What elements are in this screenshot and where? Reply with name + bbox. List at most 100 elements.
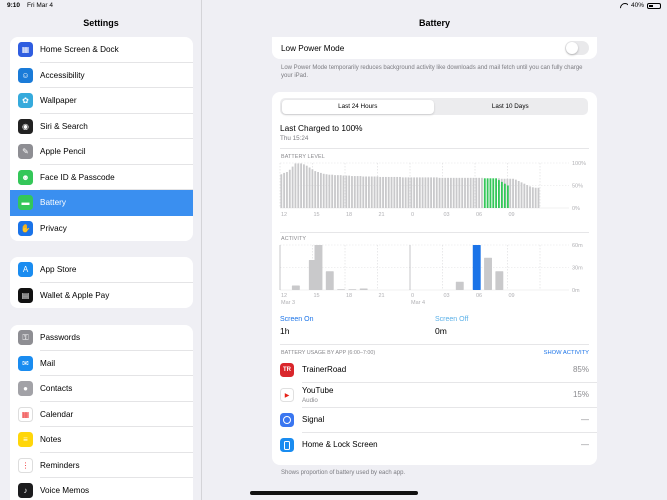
sidebar-item-face-id-passcode[interactable]: ☻ Face ID & Passcode bbox=[10, 165, 193, 190]
y-tick-label: 100% bbox=[572, 161, 586, 167]
contacts-icon: ● bbox=[18, 381, 33, 397]
battery-bar bbox=[444, 177, 447, 208]
battery-bar bbox=[319, 172, 322, 208]
battery-bar bbox=[311, 169, 314, 208]
status-right: 40% bbox=[620, 2, 661, 9]
battery-bar bbox=[303, 164, 305, 208]
siri-icon: ◉ bbox=[18, 118, 33, 134]
battery-bar-highlight bbox=[498, 180, 500, 208]
sidebar-item-apple-pencil[interactable]: ✎ Apple Pencil bbox=[10, 139, 193, 165]
battery-bar bbox=[407, 177, 410, 208]
activity-bar-highlight bbox=[472, 245, 481, 290]
activity-bar bbox=[291, 285, 300, 290]
battery-bar bbox=[353, 176, 356, 208]
sidebar-item-app-store[interactable]: A App Store bbox=[10, 257, 193, 283]
home-indicator[interactable] bbox=[250, 491, 418, 495]
sidebar-item-notes[interactable]: ≡ Notes bbox=[10, 427, 193, 453]
screen-off-label: Screen Off bbox=[435, 316, 469, 323]
sidebar-item-siri-search[interactable]: ◉ Siri & Search bbox=[10, 114, 193, 139]
battery-bar bbox=[509, 178, 512, 208]
settings-group-3: ⚿ Passwords ✉ Mail ● Contacts ▦ Calendar ≡ Notes ⋮… bbox=[10, 325, 193, 500]
sidebar-item-label: Siri & Search bbox=[40, 121, 88, 131]
sidebar-item-wallpaper[interactable]: ✿ Wallpaper bbox=[10, 88, 193, 114]
hand-icon: ✋ bbox=[18, 220, 33, 236]
battery-bar bbox=[410, 177, 413, 208]
x-tick-label: 15 bbox=[314, 293, 320, 299]
battery-bar bbox=[520, 182, 523, 208]
x-tick-label: 03 bbox=[444, 212, 450, 218]
x-tick-label: 09 bbox=[509, 212, 515, 218]
screen-on-value: 1h bbox=[280, 326, 290, 336]
sidebar-item-label: App Store bbox=[40, 265, 77, 275]
battery-bar bbox=[526, 185, 529, 208]
battery-bar bbox=[531, 187, 534, 208]
battery-bar bbox=[399, 176, 401, 208]
sidebar-item-voice-memos[interactable]: ♪ Voice Memos bbox=[10, 478, 193, 500]
app-name: TrainerRoad bbox=[302, 365, 347, 374]
sidebar: Settings ▦ Home Screen & Dock ☺ Accessibili… bbox=[0, 0, 202, 500]
x-tick-label: 06 bbox=[476, 212, 482, 218]
y-tick-label: 50% bbox=[572, 184, 583, 190]
sidebar-item-home-screen-dock[interactable]: ▦ Home Screen & Dock bbox=[10, 37, 193, 63]
app-store-icon: A bbox=[18, 262, 33, 278]
x-tick-label: 12 bbox=[281, 212, 287, 218]
battery-percent: 40% bbox=[630, 2, 644, 9]
battery-bar bbox=[523, 183, 526, 208]
battery-bar bbox=[387, 176, 390, 208]
status-bar: 9:10 Fri Mar 4 40% bbox=[0, 0, 667, 12]
sidebar-item-mail[interactable]: ✉ Mail bbox=[10, 351, 193, 376]
battery-bar bbox=[534, 187, 537, 208]
x-tick-label: 21 bbox=[379, 212, 385, 218]
usage-footnote: Shows proportion of battery used by each… bbox=[281, 470, 406, 476]
sidebar-item-label: Apple Pencil bbox=[40, 147, 86, 157]
sidebar-item-wallet-apple-pay[interactable]: ▤ Wallet & Apple Pay bbox=[10, 283, 193, 309]
battery-bar bbox=[373, 176, 376, 208]
sidebar-item-privacy[interactable]: ✋ Privacy bbox=[10, 216, 193, 242]
sidebar-item-reminders[interactable]: ⋮ Reminders bbox=[10, 453, 193, 478]
battery-bar bbox=[308, 167, 311, 208]
sidebar-item-accessibility[interactable]: ☺ Accessibility bbox=[10, 63, 193, 88]
battery-bar bbox=[291, 166, 294, 208]
battery-bar bbox=[322, 173, 325, 208]
low-power-mode-toggle[interactable] bbox=[565, 41, 589, 55]
pencil-icon: ✎ bbox=[18, 144, 33, 160]
battery-bar bbox=[529, 186, 531, 208]
battery-bar bbox=[427, 177, 430, 208]
low-power-mode-note: Low Power Mode temporarily reduces backg… bbox=[281, 65, 583, 79]
battery-bar bbox=[433, 177, 435, 208]
battery-bar bbox=[469, 177, 472, 208]
mail-icon: ✉ bbox=[18, 355, 33, 371]
battery-bar bbox=[449, 177, 452, 208]
sidebar-item-label: Accessibility bbox=[40, 70, 85, 80]
app-usage-row[interactable]: TR TrainerRoad 85% bbox=[272, 358, 597, 383]
wallet-icon: ▤ bbox=[18, 287, 33, 303]
battery-bar bbox=[430, 177, 433, 208]
battery-bar bbox=[297, 163, 300, 208]
battery-card: Last 24 Hours Last 10 Days Last Charged … bbox=[272, 92, 597, 465]
screen-on-label: Screen On bbox=[280, 316, 314, 323]
sidebar-item-label: Privacy bbox=[40, 223, 67, 233]
status-battery-icon bbox=[647, 2, 661, 9]
battery-bar bbox=[379, 176, 382, 208]
sidebar-item-contacts[interactable]: ● Contacts bbox=[10, 376, 193, 402]
app-name: Home & Lock Screen bbox=[302, 440, 378, 449]
sidebar-item-passwords[interactable]: ⚿ Passwords bbox=[10, 325, 193, 351]
sidebar-title: Settings bbox=[83, 18, 119, 28]
app-usage-percent: — bbox=[581, 440, 589, 449]
activity-bar bbox=[348, 289, 357, 290]
app-usage-row[interactable]: Home & Lock Screen — bbox=[272, 433, 597, 458]
battery-bar bbox=[514, 179, 517, 208]
screen-off-value: 0m bbox=[435, 326, 447, 336]
app-usage-row[interactable]: ▶ YouTube Audio 15% bbox=[272, 383, 597, 408]
battery-bar bbox=[413, 177, 416, 208]
show-activity-button[interactable]: SHOW ACTIVITY bbox=[544, 350, 589, 356]
battery-bar bbox=[396, 176, 399, 208]
battery-bar bbox=[478, 177, 481, 208]
signal-icon bbox=[280, 413, 294, 427]
battery-bar bbox=[537, 187, 540, 208]
app-usage-row[interactable]: Signal — bbox=[272, 408, 597, 433]
sidebar-item-calendar[interactable]: ▦ Calendar bbox=[10, 402, 193, 427]
battery-bar bbox=[486, 178, 489, 208]
sidebar-item-battery[interactable]: ▬ Battery bbox=[10, 190, 193, 216]
battery-bar bbox=[447, 177, 449, 208]
